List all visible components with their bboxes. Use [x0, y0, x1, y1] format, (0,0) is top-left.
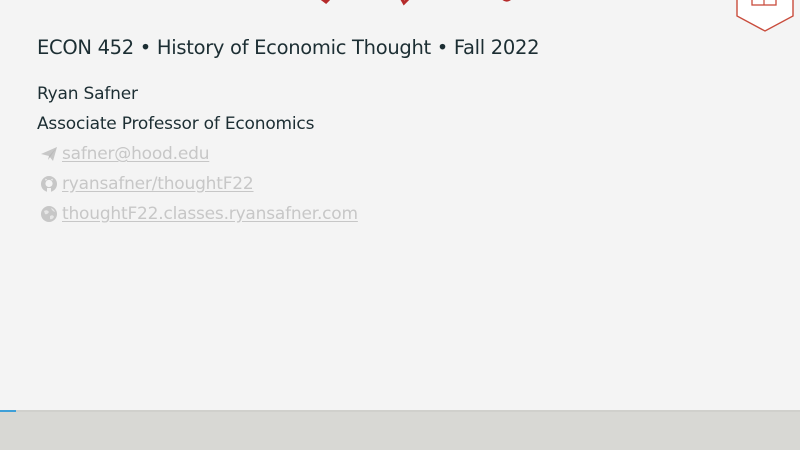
website-link[interactable]: thoughtF22.classes.ryansafner.com — [62, 204, 358, 224]
website-row: thoughtF22.classes.ryansafner.com — [40, 203, 358, 225]
slide-title-fragment — [320, 0, 511, 6]
github-link[interactable]: ryansafner/thoughtF22 — [62, 174, 254, 194]
course-line: ECON 452 • History of Economic Thought •… — [37, 36, 540, 59]
slide: ECON 452 • History of Economic Thought •… — [0, 0, 800, 412]
email-link[interactable]: safner@hood.edu — [62, 144, 209, 164]
author-role: Associate Professor of Economics — [37, 114, 315, 134]
author-name: Ryan Safner — [37, 84, 138, 104]
github-icon — [41, 176, 57, 192]
email-row: safner@hood.edu — [40, 143, 209, 165]
footer-bar — [0, 412, 800, 450]
github-row: ryansafner/thoughtF22 — [40, 173, 254, 195]
paper-plane-icon — [41, 147, 57, 161]
globe-icon — [41, 206, 57, 222]
open-book-logo — [736, 0, 794, 32]
